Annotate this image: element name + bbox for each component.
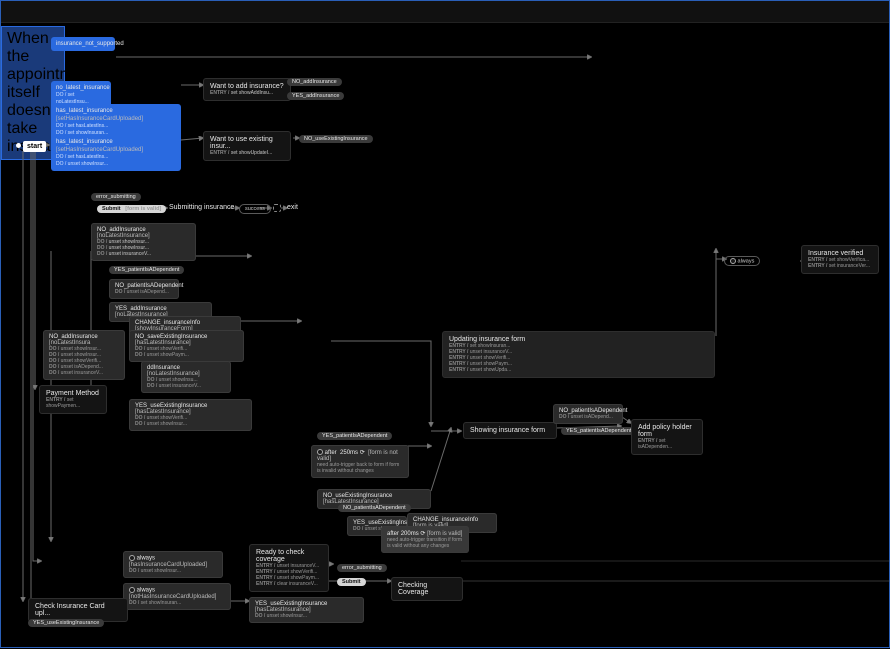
box-yes-use[interactable]: YES_useExistingInsurance [hasLatestInsur… xyxy=(129,399,252,431)
pill-yes-patient-dep[interactable]: YES_patientIsADependent xyxy=(109,266,184,274)
box-no-patient-dep[interactable]: NO_patientIsADependent DO / unset isADep… xyxy=(109,279,179,299)
pill-yes-use-existing[interactable]: YES_useExistingInsurance xyxy=(28,619,104,627)
pill-error-submitting[interactable]: error_submitting xyxy=(91,193,141,201)
exit-label: exit xyxy=(287,204,298,211)
pill-yes-patient-dep2[interactable]: YES_patientIsADependent xyxy=(317,432,392,440)
start-dot xyxy=(16,143,21,148)
node-insurance-not-supported[interactable]: insurance_not_supported xyxy=(51,37,115,51)
pill-no-add[interactable]: NO_addInsurance xyxy=(287,78,342,86)
pill-no-patient-dep2[interactable]: NO_patientIsADependent xyxy=(338,504,411,512)
state-updating[interactable]: Updating insurance form ENTRY / set show… xyxy=(442,331,715,378)
pill-no-use[interactable]: NO_useExistingInsurance xyxy=(299,135,373,143)
box-no-patient-right[interactable]: NO_patientIsADependent DO / unset isADep… xyxy=(553,404,623,424)
pill-always3[interactable]: always xyxy=(724,256,760,266)
box-no-add[interactable]: NO_addInsurance [noLatestInsurance] DO /… xyxy=(91,223,196,261)
box-after-250[interactable]: after 250ms ⟳ [form is not valid] need a… xyxy=(311,445,409,478)
label: insurance_not_supported xyxy=(56,40,110,48)
state-want-use[interactable]: Want to use existing insur... ENTRY / se… xyxy=(203,131,291,161)
box-always-2[interactable]: always [notHasInsuranceCardUploaded] DO … xyxy=(123,583,231,610)
box-always-1[interactable]: always [hasInsuranceCardUploaded] DO / u… xyxy=(123,551,223,578)
box-dd-insurance[interactable]: ddInsurance [noLatestInsurance] DO / uns… xyxy=(141,361,231,393)
state-checking[interactable]: Checking Coverage xyxy=(391,577,463,601)
state-payment[interactable]: Payment Method ENTRY / set showPaymen... xyxy=(39,385,107,414)
box-left-no-add[interactable]: NO_addInsurance [noLatestInsura DO / uns… xyxy=(43,330,125,380)
state-submitting[interactable]: Submitting insurance xyxy=(169,204,234,211)
pill-success[interactable]: success xyxy=(239,204,271,214)
start-node[interactable]: start xyxy=(23,141,46,152)
pill-submit[interactable]: Submit [form is valid] xyxy=(97,205,166,213)
pill-submit2[interactable]: Submit xyxy=(337,578,366,586)
state-showing-form[interactable]: Showing insurance form xyxy=(463,422,557,439)
pill-yes-add[interactable]: YES_addInsurance xyxy=(287,92,344,100)
state-want-add[interactable]: Want to add insurance? ENTRY / set showA… xyxy=(203,78,291,101)
state-add-policy[interactable]: Add policy holder form ENTRY / set isADe… xyxy=(631,419,703,455)
box-after-200[interactable]: after 200ms ⟳ [form is valid] need auto-… xyxy=(381,526,469,553)
pill-yes-patient-right[interactable]: YES_patientIsADependent xyxy=(561,427,636,435)
exit-target xyxy=(273,204,281,212)
box-yes-use-has[interactable]: YES_useExistingInsurance [hasLatestInsur… xyxy=(249,597,364,623)
box-no-save[interactable]: NO_saveExistingInsurance [hasLatestInsur… xyxy=(129,330,244,362)
node-has-latest-2[interactable]: has_latest_insurance [setHasInsuranceCar… xyxy=(51,135,181,171)
state-verified[interactable]: Insurance verified ENTRY / set showVerif… xyxy=(801,245,879,274)
pill-error-sub2[interactable]: error_submitting xyxy=(337,564,387,572)
state-ready[interactable]: Ready to check coverage ENTRY / unset in… xyxy=(249,544,329,592)
